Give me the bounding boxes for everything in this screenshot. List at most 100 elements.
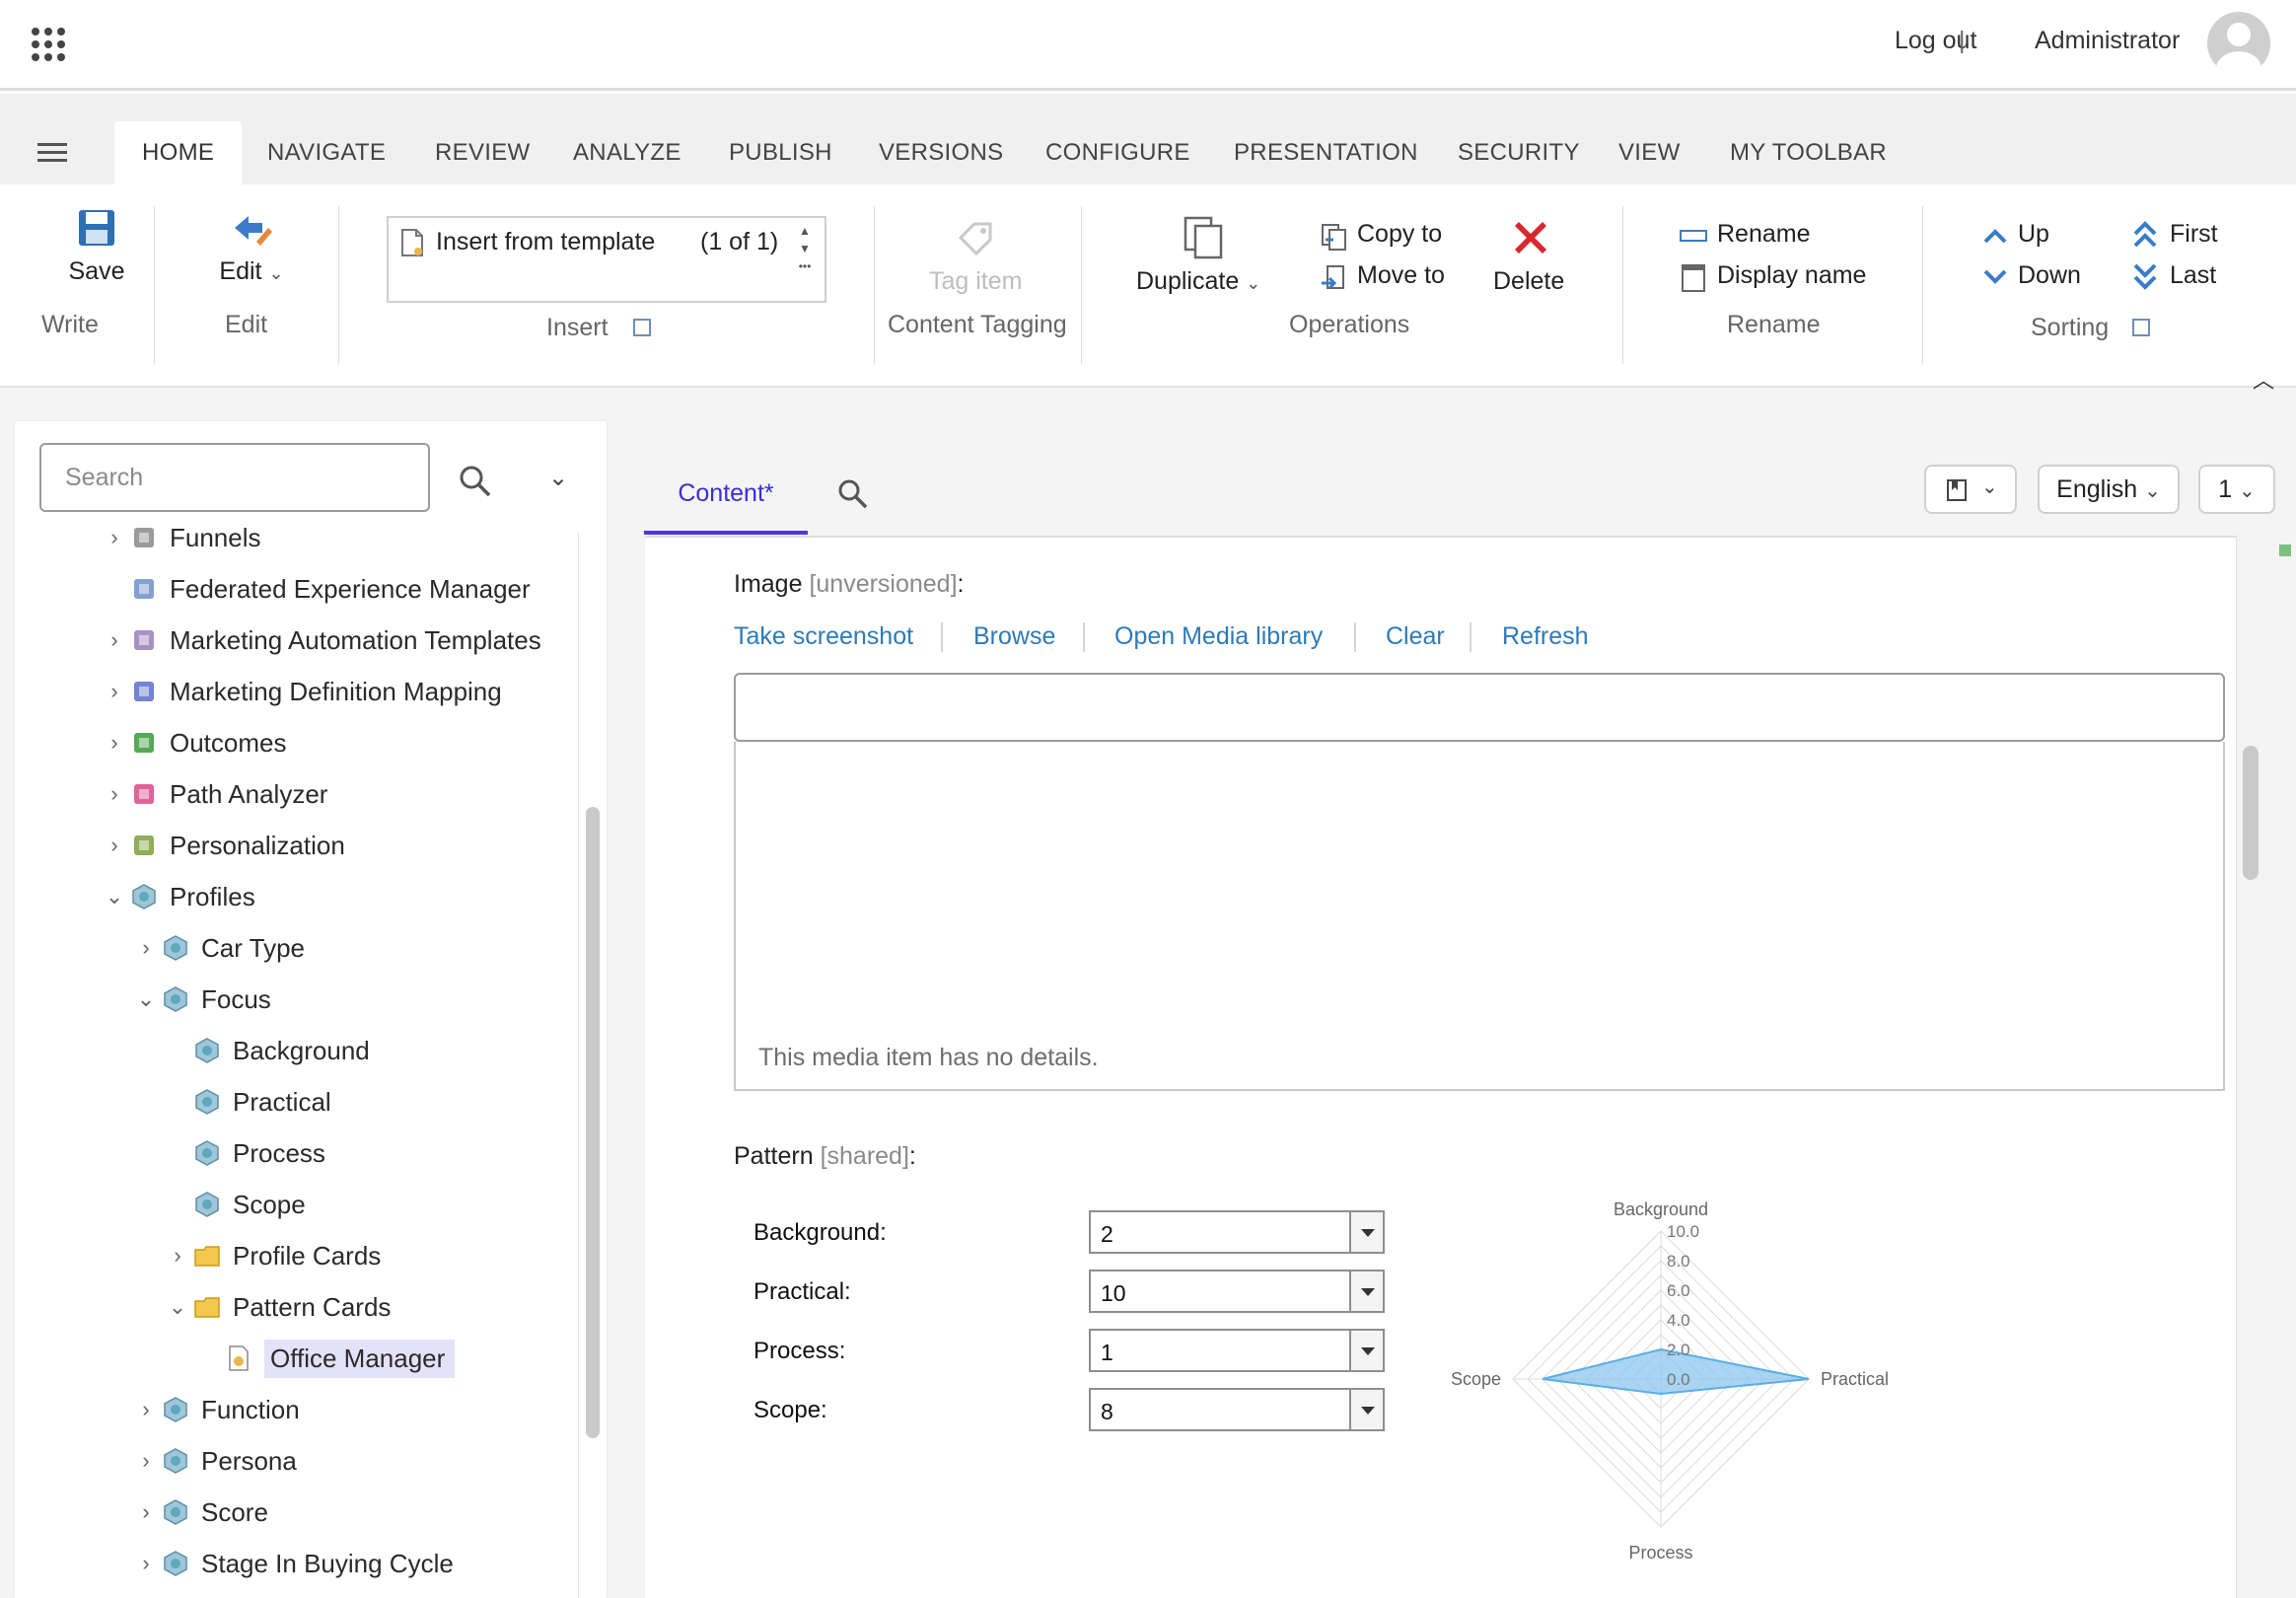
app-launcher-icon[interactable] — [32, 28, 65, 61]
expand-chevron-icon[interactable]: › — [130, 1448, 162, 1474]
radar-tick-label: 10.0 — [1667, 1222, 1699, 1241]
delete-button[interactable]: Delete — [1493, 267, 1564, 296]
sort-up-button[interactable]: Up — [2018, 220, 2049, 249]
rename-button[interactable]: Rename — [1717, 220, 1811, 249]
tree-scrollbar[interactable] — [586, 807, 600, 1438]
tree-item[interactable]: › Marketing Automation Templates — [99, 620, 541, 660]
expand-chevron-icon[interactable]: › — [130, 1397, 162, 1422]
tab-my-toolbar[interactable]: MY TOOLBAR — [1730, 121, 1887, 184]
link-separator — [941, 622, 943, 652]
duplicate-button[interactable]: Duplicate ⌄ — [1136, 267, 1260, 296]
tree-item[interactable]: › Car Type — [130, 928, 305, 968]
sort-first-button[interactable]: First — [2170, 220, 2218, 249]
move-to-button[interactable]: Move to — [1357, 261, 1445, 290]
search-options-chevron-icon[interactable]: ⌄ — [548, 464, 568, 492]
take-screenshot-link[interactable]: Take screenshot — [734, 622, 913, 651]
write-group-label: Write — [41, 311, 99, 338]
search-input[interactable] — [39, 443, 430, 512]
expand-chevron-icon[interactable]: › — [99, 627, 130, 653]
avatar[interactable] — [2207, 12, 2270, 75]
tab-analyze[interactable]: ANALYZE — [573, 121, 682, 184]
tree-item[interactable]: › Profile Cards — [162, 1236, 381, 1275]
tree-item[interactable]: › Function — [130, 1390, 299, 1429]
expand-chevron-icon[interactable]: › — [130, 1499, 162, 1525]
open-media-library-link[interactable]: Open Media library — [1114, 622, 1323, 651]
process-select[interactable]: 1 — [1089, 1329, 1385, 1372]
collapse-ribbon-icon[interactable]: ︿ — [2253, 363, 2274, 395]
tab-configure[interactable]: CONFIGURE — [1045, 121, 1190, 184]
tree-item[interactable]: › Stage In Buying Cycle — [130, 1544, 453, 1583]
refresh-link[interactable]: Refresh — [1502, 622, 1589, 651]
expand-chevron-icon[interactable]: › — [99, 781, 130, 807]
copy-to-button[interactable]: Copy to — [1357, 220, 1442, 249]
browse-link[interactable]: Browse — [973, 622, 1055, 651]
expand-chevron-icon[interactable]: › — [99, 730, 130, 756]
tree-item[interactable]: ⌄ Pattern Cards — [162, 1287, 392, 1327]
folder-icon — [193, 1293, 221, 1321]
expand-chevron-icon[interactable]: › — [99, 525, 130, 550]
expand-chevron-icon[interactable]: › — [99, 833, 130, 858]
tree-item[interactable]: › Personalization — [99, 826, 344, 865]
search-tab-icon[interactable] — [836, 477, 870, 511]
radar-tick-label: 2.0 — [1667, 1341, 1690, 1359]
tree-item[interactable]: Office Manager — [193, 1339, 456, 1378]
tree-item[interactable]: › Funnels — [99, 518, 260, 557]
collapse-chevron-icon[interactable]: ⌄ — [162, 1294, 193, 1320]
collapse-chevron-icon[interactable]: ⌄ — [130, 986, 162, 1012]
tree-item[interactable]: Process — [162, 1133, 325, 1173]
tree-item[interactable]: › Persona — [130, 1441, 297, 1481]
tree-item-label: Practical — [233, 1086, 331, 1117]
expand-chevron-icon[interactable]: › — [162, 1243, 193, 1269]
tree-item[interactable]: Practical — [162, 1082, 331, 1122]
tree-item[interactable]: › Outcomes — [99, 723, 286, 763]
image-path-input[interactable] — [734, 673, 2225, 742]
collapse-chevron-icon[interactable]: ⌄ — [99, 884, 130, 909]
top-bar: Log out | Administrator — [0, 0, 2296, 91]
tree-item[interactable]: › Path Analyzer — [99, 774, 327, 814]
tree-item-label: Scope — [233, 1189, 306, 1219]
tree-item[interactable]: Federated Experience Manager — [99, 569, 531, 609]
tree-item[interactable]: › Score — [130, 1492, 268, 1532]
display-name-button[interactable]: Display name — [1717, 261, 1866, 290]
practical-select[interactable]: 10 — [1089, 1270, 1385, 1313]
tree-item[interactable]: Background — [162, 1031, 370, 1070]
expand-chevron-icon[interactable]: › — [99, 679, 130, 704]
clear-link[interactable]: Clear — [1386, 622, 1445, 651]
scope-select[interactable]: 8 — [1089, 1388, 1385, 1431]
tab-view[interactable]: VIEW — [1618, 121, 1681, 184]
module-icon — [130, 678, 158, 705]
tab-home[interactable]: HOME — [114, 121, 243, 184]
tree-item[interactable]: ⌄ Profiles — [99, 877, 255, 916]
tab-versions[interactable]: VERSIONS — [879, 121, 1003, 184]
insert-from-template-item[interactable]: Insert from template — [436, 228, 655, 256]
language-dropdown[interactable]: English ⌄ — [2038, 465, 2180, 514]
tree-item[interactable]: › Marketing Definition Mapping — [99, 672, 501, 711]
tab-publish[interactable]: PUBLISH — [729, 121, 832, 184]
tab-navigate[interactable]: NAVIGATE — [267, 121, 386, 184]
tab-security[interactable]: SECURITY — [1458, 121, 1580, 184]
user-name[interactable]: Administrator — [2035, 27, 2180, 55]
save-button[interactable]: Save — [37, 202, 156, 286]
background-select[interactable]: 2 — [1089, 1210, 1385, 1254]
expand-chevron-icon[interactable]: › — [130, 935, 162, 961]
tag-item-button[interactable]: Tag item — [929, 267, 1022, 296]
tab-review[interactable]: REVIEW — [435, 121, 530, 184]
tab-presentation[interactable]: PRESENTATION — [1234, 121, 1418, 184]
insert-template-gallery[interactable]: Insert from template (1 of 1) ▲ ▼ ••• — [387, 216, 826, 303]
tree-item[interactable]: ⌄ Focus — [130, 980, 271, 1019]
gallery-scroll-controls[interactable]: ▲ ▼ ••• — [795, 222, 815, 275]
tab-content[interactable]: Content* — [644, 464, 808, 535]
sort-last-button[interactable]: Last — [2170, 261, 2216, 290]
tree-item-label: Marketing Automation Templates — [170, 624, 541, 655]
edit-button[interactable]: Edit ⌄ — [197, 202, 306, 286]
bookmark-dropdown[interactable]: ⌄ — [1924, 465, 2017, 514]
tree-item[interactable]: Scope — [162, 1185, 306, 1224]
expand-chevron-icon[interactable]: › — [130, 1551, 162, 1576]
version-dropdown[interactable]: 1 ⌄ — [2198, 465, 2275, 514]
hamburger-menu-icon[interactable] — [37, 143, 67, 163]
editor-scrollbar[interactable] — [2243, 746, 2259, 880]
search-icon[interactable] — [458, 464, 493, 499]
sorting-dialog-launcher-icon[interactable] — [2132, 319, 2150, 336]
sort-down-button[interactable]: Down — [2018, 261, 2081, 290]
insert-dialog-launcher-icon[interactable] — [633, 319, 651, 336]
